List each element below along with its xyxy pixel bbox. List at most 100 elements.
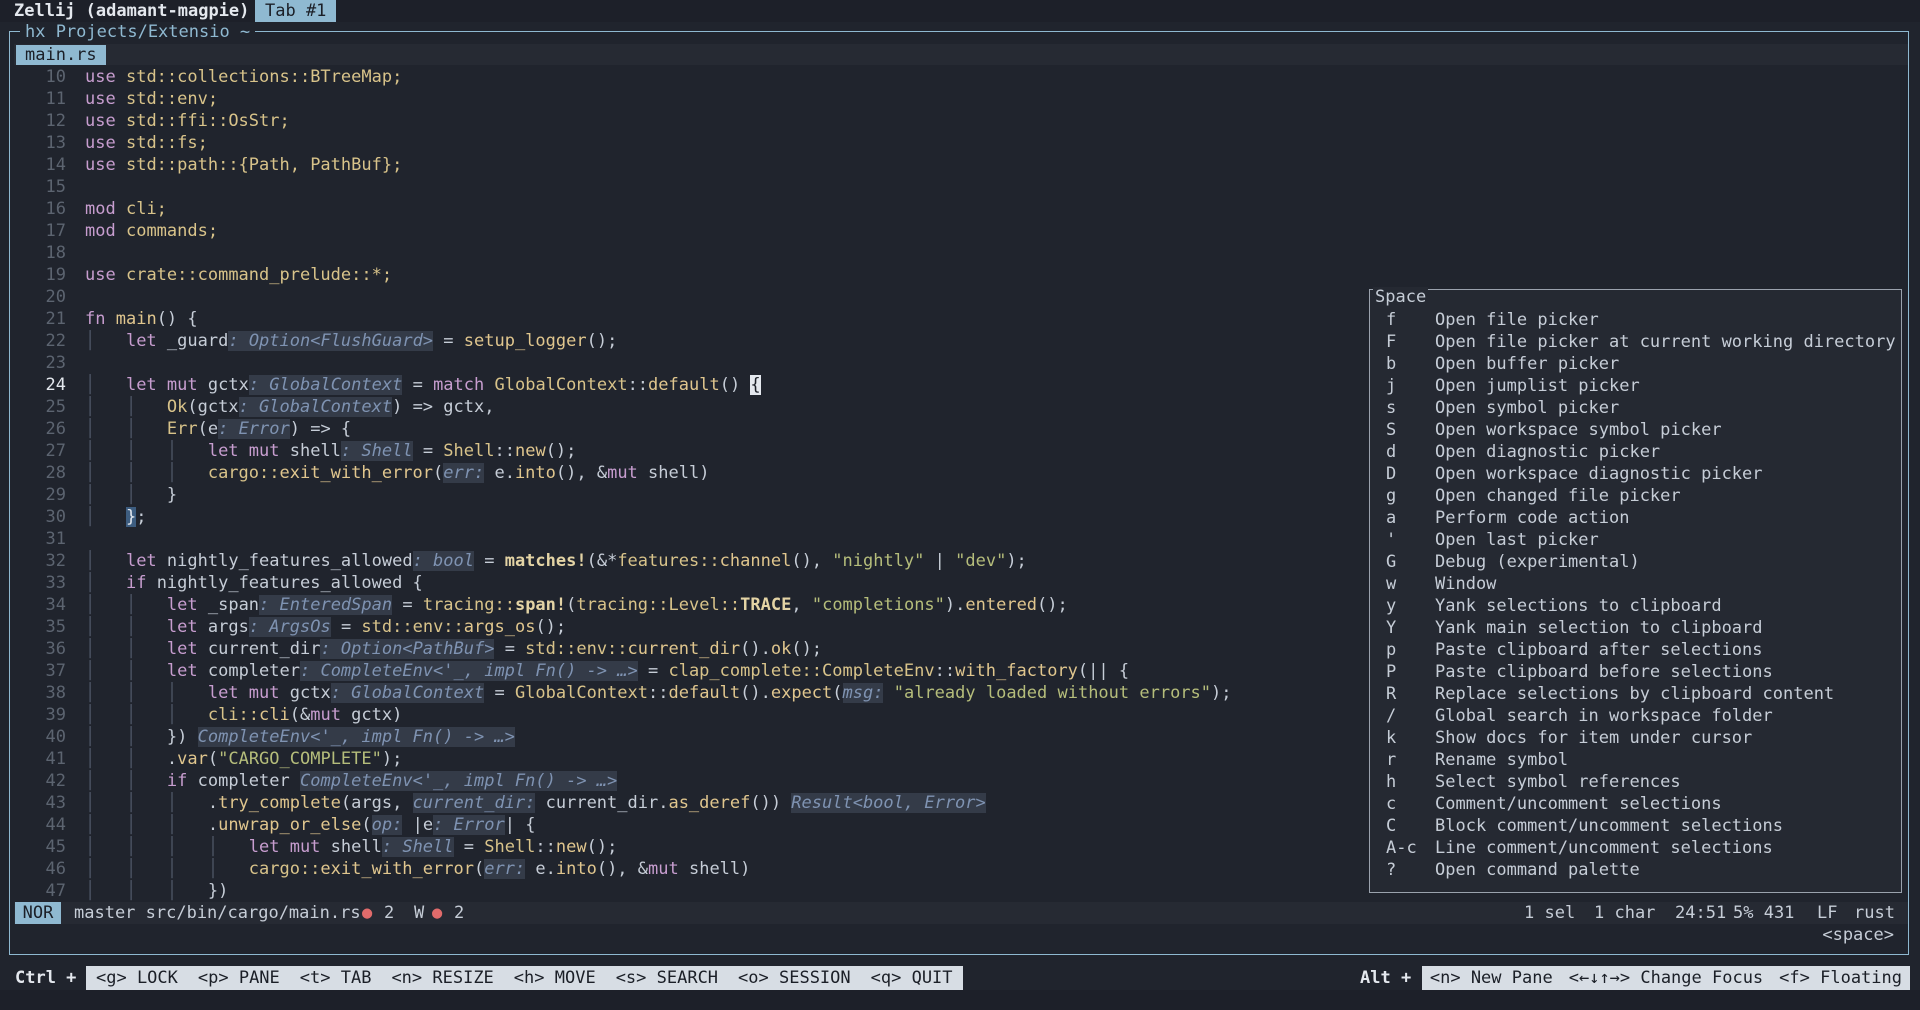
popup-item-key[interactable]: y <box>1386 595 1436 617</box>
keybind-hint[interactable]: <h> MOVE <box>504 966 606 990</box>
inlay-hint: : Error <box>433 815 505 835</box>
popup-item-description[interactable]: Open workspace diagnostic picker <box>1435 463 1763 485</box>
keybind-hint[interactable]: <p> PANE <box>188 966 290 990</box>
line-number: 35 <box>45 617 66 637</box>
popup-item-key[interactable]: C <box>1386 815 1436 837</box>
code-line: use std::fs; <box>85 133 208 153</box>
keybind-hint[interactable]: <o> SESSION <box>728 966 861 990</box>
popup-item-key[interactable]: h <box>1386 771 1436 793</box>
popup-item-key[interactable]: b <box>1386 353 1436 375</box>
popup-item-description[interactable]: Open symbol picker <box>1435 397 1619 419</box>
popup-item-key[interactable]: a <box>1386 507 1436 529</box>
popup-item-key[interactable]: / <box>1386 705 1436 727</box>
keybind-hint[interactable]: <f> Floating <box>1771 966 1910 990</box>
popup-item-description[interactable]: Select symbol references <box>1435 771 1681 793</box>
inlay-hint: : GlobalContext <box>248 375 403 395</box>
popup-item-key[interactable]: c <box>1386 793 1436 815</box>
code-line: │ if nightly_features_allowed { <box>85 573 423 593</box>
popup-item-key[interactable]: p <box>1386 639 1436 661</box>
popup-item-description[interactable]: Open file picker <box>1435 309 1599 331</box>
popup-item-key[interactable]: Y <box>1386 617 1436 639</box>
popup-item-key[interactable]: P <box>1386 661 1436 683</box>
popup-item-key[interactable]: ? <box>1386 859 1436 881</box>
code-line: use crate::command_prelude::*; <box>85 265 393 285</box>
code-line: │ │ │ │ cargo::exit_with_error(err: e.in… <box>85 859 751 879</box>
popup-item-description[interactable]: Open changed file picker <box>1435 485 1681 507</box>
popup-item-description[interactable]: Line comment/uncomment selections <box>1435 837 1773 859</box>
ctrl-modifier-label: Ctrl + <box>15 968 77 988</box>
bufferline <box>14 44 1908 65</box>
popup-item-key[interactable]: f <box>1386 309 1436 331</box>
buffer-tab-main-rs[interactable]: main.rs <box>16 45 106 65</box>
line-number: 18 <box>45 243 66 263</box>
line-number: 43 <box>45 793 66 813</box>
popup-item-description[interactable]: Comment/uncomment selections <box>1435 793 1722 815</box>
popup-item-description[interactable]: Perform code action <box>1435 507 1629 529</box>
code-line: │ │ │ .unwrap_or_else(op: |e: Error| { <box>85 815 536 835</box>
inlay-hint: : GlobalContext <box>330 683 485 703</box>
inlay-hint: : GlobalContext <box>238 397 393 417</box>
warning-dot-icon: ● <box>432 903 443 923</box>
code-line: │ │ .var("CARGO_COMPLETE"); <box>85 749 403 769</box>
keybind-hint[interactable]: <g> LOCK <box>86 966 188 990</box>
inlay-hint: : Error <box>218 419 290 439</box>
popup-item-description[interactable]: Open command palette <box>1435 859 1640 881</box>
popup-item-key[interactable]: G <box>1386 551 1436 573</box>
popup-item-key[interactable]: F <box>1386 331 1436 353</box>
popup-item-description[interactable]: Yank main selection to clipboard <box>1435 617 1763 639</box>
line-number: 13 <box>45 133 66 153</box>
popup-item-key[interactable]: ' <box>1386 529 1436 551</box>
keybind-hint[interactable]: <←↓↑→> Change Focus <box>1561 966 1771 990</box>
inlay-hint: : Shell <box>340 441 413 461</box>
keybind-hint[interactable]: <t> TAB <box>290 966 382 990</box>
popup-item-description[interactable]: Paste clipboard before selections <box>1435 661 1773 683</box>
code-line: use std::path::{Path, PathBuf}; <box>85 155 403 175</box>
code-line: │ │ │ cli::cli(&mut gctx) <box>85 705 403 725</box>
keybind-hint[interactable]: <n> New Pane <box>1422 966 1561 990</box>
keybind-hint[interactable]: <q> QUIT <box>861 966 963 990</box>
popup-item-description[interactable]: Open buffer picker <box>1435 353 1619 375</box>
popup-item-key[interactable]: k <box>1386 727 1436 749</box>
popup-item-key[interactable]: g <box>1386 485 1436 507</box>
line-number: 10 <box>45 67 66 87</box>
popup-item-description[interactable]: Debug (experimental) <box>1435 551 1640 573</box>
alt-modifier-label: Alt + <box>1360 968 1412 988</box>
keybind-hint[interactable]: <s> SEARCH <box>606 966 728 990</box>
popup-item-description[interactable]: Global search in workspace folder <box>1435 705 1773 727</box>
popup-item-description[interactable]: Open file picker at current working dire… <box>1435 331 1896 353</box>
keybind-hint[interactable]: <n> RESIZE <box>381 966 503 990</box>
popup-item-key[interactable]: S <box>1386 419 1436 441</box>
popup-item-description[interactable]: Yank selections to clipboard <box>1435 595 1722 617</box>
popup-item-key[interactable]: w <box>1386 573 1436 595</box>
popup-item-description[interactable]: Replace selections by clipboard content <box>1435 683 1834 705</box>
popup-item-description[interactable]: Rename symbol <box>1435 749 1568 771</box>
line-number: 45 <box>45 837 66 857</box>
popup-item-key[interactable]: j <box>1386 375 1436 397</box>
line-number: 42 <box>45 771 66 791</box>
popup-item-key[interactable]: A-c <box>1386 837 1436 859</box>
inlay-hint: CompleteEnv<'_, impl Fn() -> …> <box>300 771 618 791</box>
popup-item-key[interactable]: r <box>1386 749 1436 771</box>
popup-item-key[interactable]: d <box>1386 441 1436 463</box>
popup-item-description[interactable]: Open diagnostic picker <box>1435 441 1660 463</box>
popup-item-key[interactable]: s <box>1386 397 1436 419</box>
inlay-hint: err: <box>443 463 485 483</box>
popup-item-description[interactable]: Block comment/uncomment selections <box>1435 815 1783 837</box>
code-line: │ let nightly_features_allowed: bool = m… <box>85 551 1027 571</box>
line-number: 25 <box>45 397 66 417</box>
popup-item-description[interactable]: Paste clipboard after selections <box>1435 639 1763 661</box>
code-line: mod commands; <box>85 221 219 241</box>
popup-item-key[interactable]: R <box>1386 683 1436 705</box>
line-number: 21 <box>45 309 66 329</box>
popup-item-description[interactable]: Window <box>1435 573 1496 595</box>
popup-item-description[interactable]: Open last picker <box>1435 529 1599 551</box>
popup-item-key[interactable]: D <box>1386 463 1436 485</box>
line-number: 23 <box>45 353 66 373</box>
popup-item-description[interactable]: Open jumplist picker <box>1435 375 1640 397</box>
popup-item-description[interactable]: Open workspace symbol picker <box>1435 419 1722 441</box>
tab-1[interactable]: Tab #1 <box>255 0 337 22</box>
line-number: 31 <box>45 529 66 549</box>
popup-item-description[interactable]: Show docs for item under cursor <box>1435 727 1752 749</box>
line-number: 16 <box>45 199 66 219</box>
warning-label: W <box>414 903 425 923</box>
